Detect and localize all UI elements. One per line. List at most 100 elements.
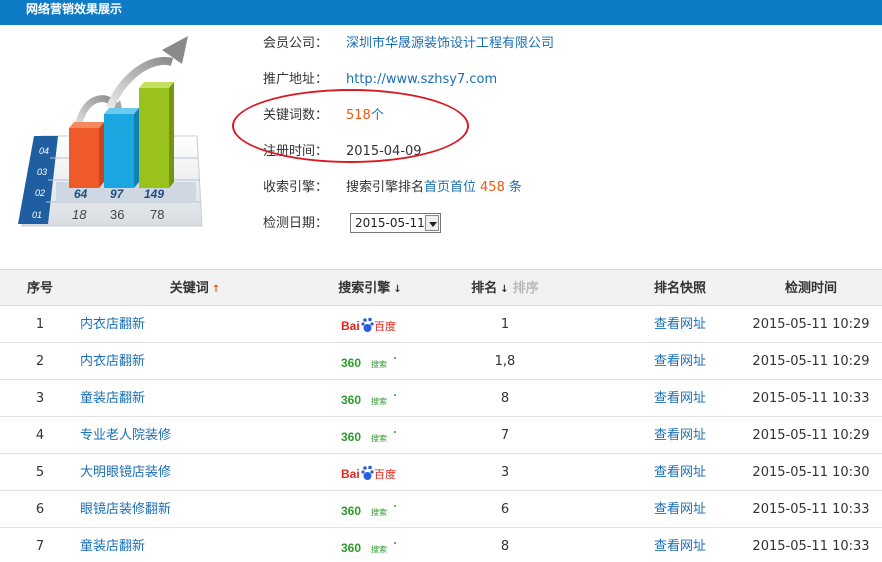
row-time: 2015-05-11 10:33 bbox=[752, 391, 870, 406]
sort-down-icon: ↓ bbox=[393, 284, 402, 295]
table-row: 4 专业老人院装修 360 搜索 7 查看网址 2015-05-11 10:29 bbox=[0, 417, 882, 454]
table-row: 2 内衣店翻新 360 搜索 1,8 查看网址 2015-05-11 10:29 bbox=[0, 343, 882, 380]
row-rank: 3 bbox=[500, 465, 510, 480]
row-keyword[interactable]: 内衣店翻新 bbox=[80, 306, 310, 343]
bar-orange bbox=[69, 122, 104, 188]
so360-logo-icon: 360 搜索 bbox=[341, 504, 396, 517]
row-label-02: 02 bbox=[35, 188, 45, 198]
so360-logo-icon: 360 搜索 bbox=[341, 356, 396, 369]
so360-text: 360 bbox=[341, 430, 361, 443]
bar-value-3: 149 bbox=[144, 187, 164, 201]
sort-up-icon: ↑ bbox=[211, 284, 221, 295]
row-keyword[interactable]: 大明眼镜店装修 bbox=[80, 454, 310, 491]
th-rank[interactable]: 排名 ↓ 排序 bbox=[430, 270, 580, 307]
header-bar: 网络营销效果展示 bbox=[0, 0, 882, 25]
row-keyword[interactable]: 童装店翻新 bbox=[80, 528, 310, 562]
row-index: 1 bbox=[35, 317, 45, 332]
check-date-value: 2015-05-11 bbox=[355, 216, 425, 230]
below-value-2: 36 bbox=[110, 207, 124, 222]
so360-sub: 搜索 bbox=[371, 433, 387, 443]
row-engine: 360 搜索 bbox=[310, 417, 430, 454]
row-time: 2015-05-11 10:33 bbox=[752, 539, 870, 554]
th-keyword-label: 关键词 bbox=[169, 281, 209, 296]
so360-text: 360 bbox=[341, 393, 361, 406]
baidu-text-right: 百度 bbox=[374, 467, 396, 481]
below-value-1: 18 bbox=[72, 207, 87, 222]
row-rank: 1,8 bbox=[494, 354, 516, 369]
so360-text: 360 bbox=[341, 504, 361, 517]
baidu-logo-icon: Bai 百度 bbox=[341, 317, 396, 333]
th-index: 序号 bbox=[26, 281, 53, 296]
engine-count: 458 bbox=[480, 180, 505, 195]
site-link[interactable]: http://www.szhsy7.com bbox=[346, 70, 497, 90]
bar-green bbox=[139, 82, 174, 188]
so360-sub: 搜索 bbox=[371, 359, 387, 369]
row-time: 2015-05-11 10:30 bbox=[752, 465, 870, 480]
table-row: 7 童装店翻新 360 搜索 8 查看网址 2015-05-11 10:33 bbox=[0, 528, 882, 562]
row-index: 2 bbox=[35, 354, 45, 369]
so360-sub: 搜索 bbox=[371, 396, 387, 406]
site-label: 推广地址： bbox=[263, 72, 329, 87]
row-keyword[interactable]: 专业老人院装修 bbox=[80, 417, 310, 454]
row-engine: 360 搜索 bbox=[310, 343, 430, 380]
below-value-3: 78 bbox=[150, 207, 164, 222]
sort-down-icon: ↓ bbox=[500, 284, 509, 295]
row-rank: 7 bbox=[500, 428, 510, 443]
th-rank-label: 排名 bbox=[471, 281, 498, 296]
so360-text: 360 bbox=[341, 541, 361, 554]
bar-blue bbox=[104, 108, 139, 188]
row-keyword[interactable]: 内衣店翻新 bbox=[80, 343, 310, 380]
th-engine-label: 搜索引擎 bbox=[338, 281, 391, 296]
engine-link[interactable]: 首页首位 bbox=[424, 180, 476, 195]
th-keyword[interactable]: 关键词 ↑ bbox=[80, 270, 310, 307]
so360-sub: 搜索 bbox=[371, 544, 387, 554]
so360-text: 360 bbox=[341, 356, 361, 369]
check-label: 检测日期： bbox=[263, 216, 329, 231]
row-rank: 1 bbox=[500, 317, 510, 332]
company-label: 会员公司： bbox=[263, 36, 329, 51]
so360-sub: 搜索 bbox=[371, 507, 387, 517]
table-row: 1 内衣店翻新 Bai 百度 1 查看网址 2015-05-11 10:29 bbox=[0, 306, 882, 343]
ranking-table: 序号 关键词 ↑ 搜索引擎 ↓ 排名 ↓ 排序 排名快照 检测时间 1 内衣店翻新 Bai 百… bbox=[0, 269, 882, 562]
table-header: 序号 关键词 ↑ 搜索引擎 ↓ 排名 ↓ 排序 排名快照 检测时间 bbox=[0, 269, 882, 306]
row-rank: 8 bbox=[500, 539, 510, 554]
engine-value: 搜索引擎排名首页首位 458 条 bbox=[346, 178, 522, 198]
row-time: 2015-05-11 10:29 bbox=[752, 428, 870, 443]
th-time: 检测时间 bbox=[784, 281, 837, 296]
row-time: 2015-05-11 10:29 bbox=[752, 354, 870, 369]
bar-chart-illustration-icon: 04 03 02 01 64 97 149 18 36 78 bbox=[18, 36, 203, 227]
row-engine: Bai 百度 bbox=[310, 454, 430, 491]
row-engine: Bai 百度 bbox=[310, 306, 430, 343]
row-index: 4 bbox=[35, 428, 45, 443]
chevron-down-icon[interactable] bbox=[425, 215, 439, 231]
table-body: 1 内衣店翻新 Bai 百度 1 查看网址 2015-05-11 10:29 2 内衣店翻新 36… bbox=[0, 306, 882, 562]
table-row: 6 眼镜店装修翻新 360 搜索 6 查看网址 2015-05-11 10:33 bbox=[0, 491, 882, 528]
row-rank: 8 bbox=[500, 391, 510, 406]
row-index: 3 bbox=[35, 391, 45, 406]
row-engine: 360 搜索 bbox=[310, 380, 430, 417]
row-rank: 6 bbox=[500, 502, 510, 517]
check-date-select[interactable]: 2015-05-11 bbox=[350, 213, 441, 233]
th-engine[interactable]: 搜索引擎 ↓ bbox=[310, 270, 430, 307]
row-engine: 360 搜索 bbox=[310, 528, 430, 562]
table-row: 5 大明眼镜店装修 Bai 百度 3 查看网址 2015-05-11 10:30 bbox=[0, 454, 882, 491]
company-link[interactable]: 深圳市华晟源装饰设计工程有限公司 bbox=[346, 34, 554, 54]
th-rank-sort[interactable]: 排序 bbox=[513, 281, 539, 296]
row-index: 7 bbox=[35, 539, 45, 554]
row-label-04: 04 bbox=[39, 146, 49, 156]
so360-logo-icon: 360 搜索 bbox=[341, 430, 396, 443]
engine-label: 收索引擎： bbox=[263, 180, 329, 195]
row-keyword[interactable]: 眼镜店装修翻新 bbox=[80, 491, 310, 528]
row-time: 2015-05-11 10:33 bbox=[752, 502, 870, 517]
engine-prefix: 搜索引擎排名 bbox=[346, 180, 425, 195]
row-keyword[interactable]: 童装店翻新 bbox=[80, 380, 310, 417]
page-title: 网络营销效果展示 bbox=[26, 2, 123, 16]
so360-logo-icon: 360 搜索 bbox=[341, 541, 396, 554]
baidu-text-right: 百度 bbox=[374, 319, 396, 333]
annotation-ellipse bbox=[232, 89, 469, 163]
so360-logo-icon: 360 搜索 bbox=[341, 393, 396, 406]
row-time: 2015-05-11 10:29 bbox=[752, 317, 870, 332]
table-row: 3 童装店翻新 360 搜索 8 查看网址 2015-05-11 10:33 bbox=[0, 380, 882, 417]
row-index: 6 bbox=[35, 502, 45, 517]
bar-value-2: 97 bbox=[110, 187, 125, 201]
